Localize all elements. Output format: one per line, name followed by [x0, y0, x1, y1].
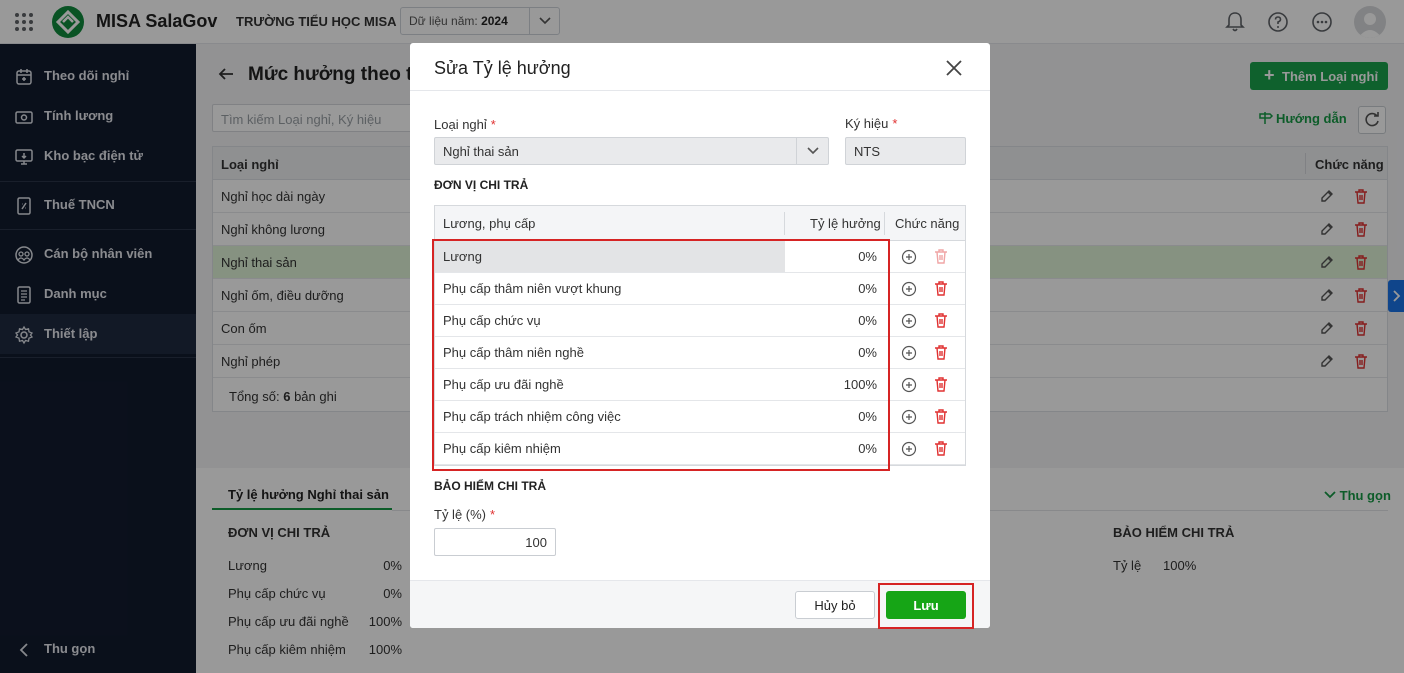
chevron-down-icon[interactable] [796, 138, 828, 164]
add-circle-icon[interactable] [901, 313, 917, 329]
rate-percent-input[interactable] [435, 529, 555, 555]
add-circle-icon[interactable] [901, 281, 917, 297]
trash-icon[interactable] [933, 248, 949, 266]
trash-icon[interactable] [933, 280, 949, 298]
dialog-title: Sửa Tỷ lệ hưởng [434, 58, 571, 78]
trash-icon[interactable] [933, 376, 949, 394]
trash-icon[interactable] [933, 440, 949, 458]
required-mark: * [490, 117, 496, 132]
close-icon[interactable] [943, 57, 965, 79]
column-header-rate: Tỷ lệ hưởng [810, 216, 881, 231]
trash-icon[interactable] [933, 408, 949, 426]
leave-type-value: Nghỉ thai sản [443, 144, 519, 159]
trash-icon[interactable] [933, 344, 949, 362]
dialog-header-divider [410, 90, 990, 91]
highlight-box-save [878, 583, 974, 629]
column-header-actions: Chức năng [895, 216, 960, 231]
insurance-section-title: BẢO HIỂM CHI TRẢ [434, 479, 546, 493]
add-circle-icon[interactable] [901, 409, 917, 425]
code-field[interactable]: NTS [845, 137, 966, 165]
rate-percent-label: Tỷ lệ (%) * [434, 507, 496, 522]
table-header: Lương, phụ cấp Tỷ lệ hưởng Chức năng [435, 206, 965, 241]
code-value: NTS [854, 144, 880, 159]
leave-type-select[interactable]: Nghỉ thai sản [434, 137, 829, 165]
add-circle-icon[interactable] [901, 377, 917, 393]
cancel-button[interactable]: Hủy bỏ [795, 591, 875, 619]
column-divider [784, 212, 785, 235]
required-mark: * [892, 116, 898, 131]
rate-percent-input-wrapper [434, 528, 556, 556]
dialog-footer: Hủy bỏ Lưu [410, 580, 990, 629]
required-mark: * [490, 507, 496, 522]
add-circle-icon[interactable] [901, 441, 917, 457]
column-header-allowance: Lương, phụ cấp [443, 216, 536, 231]
edit-rate-dialog: Sửa Tỷ lệ hưởng Loại nghỉ * Ký hiệu * Nghỉ… [410, 43, 990, 629]
leave-type-label: Loại nghỉ * [434, 117, 496, 132]
trash-icon[interactable] [933, 312, 949, 330]
unit-section-title: ĐƠN VỊ CHI TRẢ [434, 178, 529, 192]
column-divider [884, 212, 885, 235]
highlight-box-allowances [432, 239, 890, 471]
add-circle-icon[interactable] [901, 249, 917, 265]
code-label: Ký hiệu * [845, 116, 898, 131]
add-circle-icon[interactable] [901, 345, 917, 361]
